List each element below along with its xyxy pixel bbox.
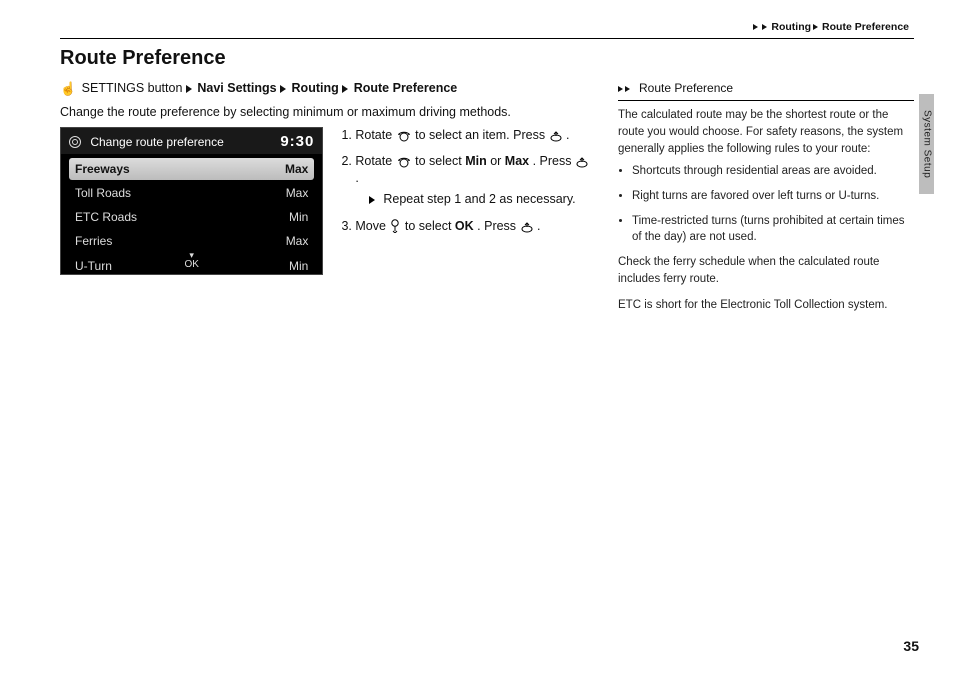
- step-2: Rotate to select Min or Max . Press . Re…: [355, 153, 590, 208]
- sidebar-bullet: Time-restricted turns (turns prohibited …: [632, 213, 914, 246]
- section-tab-label: System Setup: [920, 110, 934, 178]
- screenshot-row: Toll RoadsMax: [69, 182, 314, 204]
- sidebar-title: Route Preference: [618, 80, 914, 96]
- page-title: Route Preference: [60, 45, 914, 72]
- sidebar-paragraph: Check the ferry schedule when the calcul…: [618, 254, 914, 287]
- nav-step: SETTINGS button: [82, 81, 183, 95]
- nav-step: Routing: [292, 81, 339, 95]
- device-screenshot: Change route preference 9:30 FreewaysMax…: [60, 127, 323, 275]
- sidebar-rule: [618, 100, 914, 101]
- sidebar-content: The calculated route may be the shortest…: [618, 107, 914, 314]
- push-button-icon: [520, 219, 534, 233]
- nav-path: ☝ SETTINGS button Navi Settings Routing …: [60, 80, 590, 98]
- step-2-sub: Repeat step 1 and 2 as necessary.: [369, 191, 590, 208]
- nav-step: Navi Settings: [197, 81, 276, 95]
- screenshot-row: FreewaysMax: [69, 158, 314, 180]
- intro-text: Change the route preference by selecting…: [60, 104, 590, 121]
- push-button-icon: [575, 154, 589, 168]
- gear-icon: [69, 136, 81, 148]
- push-button-icon: [549, 128, 563, 142]
- hand-icon: ☝: [60, 80, 76, 98]
- double-triangle-icon: [618, 80, 632, 96]
- triangle-icon: [369, 196, 375, 204]
- screenshot-title: Change route preference: [90, 135, 223, 149]
- sidebar-paragraph: ETC is short for the Electronic Toll Col…: [618, 297, 914, 314]
- joystick-icon: [389, 219, 401, 233]
- triangle-icon: [762, 24, 767, 30]
- screenshot-row: ETC RoadsMin: [69, 206, 314, 228]
- header-rule: [60, 38, 914, 39]
- page-number: 35: [903, 637, 919, 656]
- sidebar-bullet: Shortcuts through residential areas are …: [632, 163, 914, 180]
- triangle-icon: [342, 85, 348, 93]
- rotary-knob-icon: [396, 154, 412, 168]
- step-3: Move to select OK . Press .: [355, 218, 590, 235]
- triangle-icon: [753, 24, 758, 30]
- triangle-icon: [280, 85, 286, 93]
- sidebar-paragraph: The calculated route may be the shortest…: [618, 107, 914, 157]
- section-tab: System Setup: [919, 94, 934, 194]
- instruction-steps: Rotate to select an item. Press . Rotate…: [337, 127, 590, 245]
- header-breadcrumb: Routing Route Preference: [60, 20, 914, 34]
- nav-step: Route Preference: [354, 81, 458, 95]
- sidebar-bullet: Right turns are favored over left turns …: [632, 188, 914, 205]
- screenshot-clock: 9:30: [280, 132, 314, 152]
- header-crumb: Routing: [771, 20, 811, 34]
- screenshot-ok: ▾ OK: [61, 253, 322, 272]
- step-1: Rotate to select an item. Press .: [355, 127, 590, 144]
- triangle-icon: [813, 24, 818, 30]
- rotary-knob-icon: [396, 128, 412, 142]
- header-crumb: Route Preference: [822, 20, 909, 34]
- chevron-down-icon: ▾: [61, 253, 322, 258]
- triangle-icon: [186, 85, 192, 93]
